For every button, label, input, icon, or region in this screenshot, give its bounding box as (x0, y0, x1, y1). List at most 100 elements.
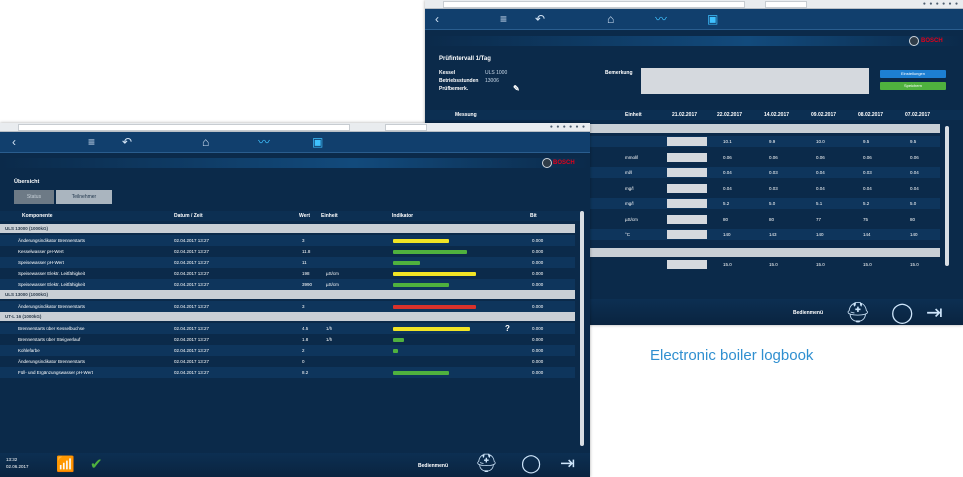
back-icon[interactable]: ‹ (435, 12, 439, 26)
undo-icon[interactable]: ↶ (535, 12, 545, 26)
table-row[interactable]: Brennerstarts über Kesselbuchse 02.04.201… (0, 323, 575, 334)
column-header: Messung (455, 112, 477, 118)
info-value: ULS 1000 (485, 70, 508, 76)
table-group-row: UT-L 16 (1000kG) (0, 312, 575, 321)
table-row[interactable]: Brennerstarts über Steigverlauf 02.04.201… (0, 334, 575, 345)
table-row[interactable]: Änderungsindikator Brennerstarts 02.04.20… (0, 356, 575, 367)
value-entry-field[interactable] (667, 214, 707, 224)
operator-menu-label[interactable]: Bedienmenü (793, 310, 823, 316)
page-title: Übersicht (14, 179, 40, 185)
edit-note-icon[interactable]: ✎ (513, 84, 520, 93)
app-toolbar: ‹ ≡ ↶ ⌂ 〰 ▣ (0, 132, 590, 153)
value-entry-field[interactable] (667, 183, 707, 193)
table-row[interactable]: Speisewasser Elektr. Leitfähigkeit 02.04.… (0, 268, 575, 279)
component-name: Änderungsindikator Brennerstarts (18, 304, 86, 309)
browser-address-bar: ● ● ● ● ● ● (0, 123, 590, 132)
value-entry-field[interactable] (667, 230, 707, 239)
table-row[interactable]: Änderungsindikator Brennerstarts 02.04.20… (0, 301, 575, 312)
url-field[interactable] (18, 124, 350, 131)
unit-cell: mmol/l (625, 154, 639, 160)
remark-field[interactable] (641, 68, 869, 94)
logout-icon[interactable]: ⇥ (926, 300, 943, 325)
scrollbar[interactable] (580, 211, 584, 446)
column-header: 14.02.2017 (764, 112, 790, 118)
group-label: ULS 13000 (1000kG) (5, 226, 49, 231)
column-header: Einheit (625, 112, 642, 118)
component-name: Kohlefarbe (18, 348, 40, 353)
search-field[interactable] (385, 124, 427, 131)
bit-cell: 0.000 (532, 260, 544, 265)
info-label: Betriebsstunden (439, 78, 479, 84)
home-icon[interactable]: ⌂ (607, 12, 614, 26)
datetime-cell: 02.04.2017 13:27 (174, 260, 210, 265)
logbook-icon[interactable]: ▣ (312, 135, 323, 149)
value-cell: 0.04 (723, 185, 732, 191)
value-cell: 10.1 (723, 139, 732, 144)
power-icon[interactable]: ◯ (891, 300, 913, 325)
brand-name: BOSCH (921, 38, 943, 44)
bottom-bar: 13:32 02.06.2017 📶 ✔ Bedienmenü ⛑ ◯ ⇥ (0, 453, 590, 477)
bit-cell: 0.000 (532, 282, 544, 287)
value-cell: 0.04 (816, 185, 825, 191)
tab-status[interactable]: Status (14, 190, 54, 204)
indicator-bar (393, 238, 449, 243)
value-cell: 0.06 (816, 154, 825, 160)
datetime-cell: 02.04.2017 13:27 (174, 359, 210, 364)
value-entry-field[interactable] (667, 199, 707, 208)
table-row[interactable]: Füll- und Ergänzungswasser pH-Wert 02.04.… (0, 367, 575, 378)
menu-list-icon[interactable]: ≡ (500, 12, 507, 26)
menu-list-icon[interactable]: ≡ (88, 135, 95, 149)
datetime-cell: 02.04.2017 13:27 (174, 326, 210, 331)
bit-cell: 0.000 (532, 359, 544, 364)
help-icon[interactable]: ⛑ (845, 300, 870, 325)
bit-cell: 0.000 (532, 304, 544, 309)
help-icon[interactable]: ⛑ (475, 453, 498, 474)
undo-icon[interactable]: ↶ (122, 135, 132, 149)
table-row[interactable]: Speisewasser Elektr. Leitfähigkeit 02.04.… (0, 279, 575, 290)
bit-cell: 0.000 (532, 271, 544, 276)
value-cell: 0.03 (769, 170, 778, 175)
value-cell: 5.1 (816, 201, 823, 206)
trend-icon[interactable]: 〰 (655, 12, 667, 26)
value-cell: 144 (863, 232, 871, 237)
value-entry-field[interactable] (667, 137, 707, 146)
bit-cell: 0.000 (532, 326, 544, 331)
logbook-icon[interactable]: ▣ (707, 12, 718, 26)
value-entry-field[interactable] (667, 260, 707, 269)
component-name: Änderungsindikator Brennerstarts (18, 238, 86, 243)
table-row[interactable]: Kesselwasser pH-Wert 02.04.2017 13:27 11.8… (0, 246, 575, 257)
datetime-cell: 02.04.2017 13:27 (174, 337, 210, 342)
table-row[interactable]: Änderungsindikator Brennerstarts 02.04.20… (0, 235, 575, 246)
tab-participants[interactable]: Teilnehmer (56, 190, 112, 204)
operator-menu-label[interactable]: Bedienmenü (418, 463, 448, 469)
save-button[interactable]: Speichern (880, 82, 946, 90)
indicator-bar (393, 282, 449, 287)
value-cell: 140 (723, 232, 731, 237)
settings-button[interactable]: Einstellungen (880, 70, 946, 78)
power-icon[interactable]: ◯ (521, 453, 541, 474)
datetime-cell: 02.04.2017 13:27 (174, 249, 210, 254)
url-field[interactable] (443, 1, 745, 8)
table-row[interactable]: Speisewasser pH-Wert 02.04.2017 13:27 11 0.… (0, 257, 575, 268)
value-entry-field[interactable] (667, 168, 707, 177)
unknown-status-icon[interactable]: ? (505, 324, 510, 333)
browser-controls[interactable]: ● ● ● ● ● ● (923, 1, 959, 7)
component-name: Kesselwasser pH-Wert (18, 249, 64, 254)
back-icon[interactable]: ‹ (12, 135, 16, 149)
table-row[interactable]: Kohlefarbe 02.04.2017 13:27 2 0.000 (0, 345, 575, 356)
home-icon[interactable]: ⌂ (202, 135, 209, 149)
unit-cell: mg/l (625, 201, 634, 206)
value-entry-field[interactable] (667, 152, 707, 162)
value-cell: 75 (863, 216, 869, 222)
bit-cell: 0.000 (532, 249, 544, 254)
unit-cell: µS/cm (625, 216, 638, 222)
scrollbar[interactable] (945, 126, 949, 266)
value-cell: 15.0 (863, 262, 872, 267)
logout-icon[interactable]: ⇥ (560, 453, 575, 474)
search-field[interactable] (765, 1, 807, 8)
browser-controls[interactable]: ● ● ● ● ● ● (550, 124, 586, 130)
column-header: 08.02.2017 (858, 112, 884, 118)
trend-icon[interactable]: 〰 (258, 135, 270, 149)
value-cell: 2 (302, 348, 305, 353)
indicator-bar (393, 326, 471, 331)
